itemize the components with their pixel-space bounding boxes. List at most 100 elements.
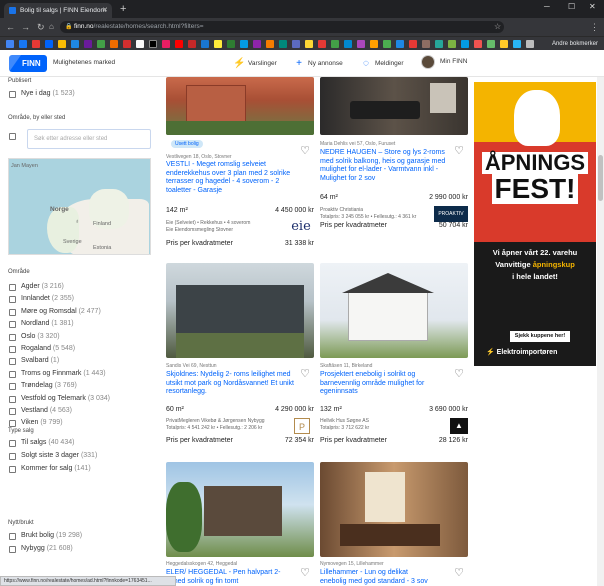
listing-photo[interactable] bbox=[166, 263, 314, 358]
bookmark-icon[interactable] bbox=[344, 40, 352, 48]
nav-varslinger[interactable]: ⚡ Varslinger bbox=[233, 58, 277, 69]
bookmark-icon[interactable] bbox=[123, 40, 131, 48]
bookmark-icon[interactable] bbox=[500, 40, 508, 48]
checkbox[interactable] bbox=[9, 440, 16, 447]
listing-title[interactable]: Prosjektert enebolig i solrikt og barnev… bbox=[320, 371, 448, 397]
filter-option[interactable]: Vestfold og Telemark (3 034) bbox=[21, 395, 110, 402]
favorite-heart-icon[interactable]: ♡ bbox=[300, 566, 310, 579]
filter-option[interactable]: Møre og Romsdal (2 477) bbox=[21, 308, 101, 315]
favorite-heart-icon[interactable]: ♡ bbox=[300, 144, 310, 157]
checkbox[interactable] bbox=[9, 346, 16, 353]
checkbox[interactable] bbox=[9, 465, 16, 473]
bookmark-icon[interactable] bbox=[448, 40, 456, 48]
bookmark-icon[interactable] bbox=[6, 40, 14, 48]
bookmark-icon[interactable] bbox=[240, 40, 248, 48]
maximize-icon[interactable]: ☐ bbox=[568, 2, 575, 11]
bookmark-icon[interactable] bbox=[279, 40, 287, 48]
bookmark-icon[interactable] bbox=[188, 40, 196, 48]
filter-option[interactable]: Agder (3 216) bbox=[21, 283, 64, 290]
listing-title[interactable]: ELER/ HEGGEDAL - Pen halvpart 2- e med so… bbox=[166, 569, 294, 586]
bookmark-icon[interactable] bbox=[175, 40, 183, 48]
bookmark-icon[interactable] bbox=[396, 40, 404, 48]
checkbox[interactable] bbox=[9, 408, 16, 415]
listing-card[interactable]: Maria Dehlis vei 57, Oslo, Furuset ♡ NED… bbox=[320, 77, 468, 255]
favorite-heart-icon[interactable]: ♡ bbox=[454, 367, 464, 380]
bookmark-icon[interactable] bbox=[409, 40, 417, 48]
bookmark-icon[interactable] bbox=[97, 40, 105, 48]
listing-photo[interactable] bbox=[320, 263, 468, 358]
checkbox[interactable] bbox=[9, 333, 16, 341]
bookmark-icon[interactable] bbox=[58, 40, 66, 48]
listing-card[interactable]: Skaftåsen 11, Birkeland ♡ Prosjektert en… bbox=[320, 263, 468, 453]
listing-title[interactable]: NEDRE HAUGEN – Store og lys 2-roms med s… bbox=[320, 149, 448, 183]
filter-option[interactable]: Nybygg (21 608) bbox=[21, 545, 73, 552]
bookmark-icon[interactable] bbox=[71, 40, 79, 48]
browser-tab[interactable]: Bolig til salgs | FINN Eiendom ✕ bbox=[4, 3, 112, 18]
bookmark-icon[interactable] bbox=[357, 40, 365, 48]
checkbox[interactable] bbox=[9, 308, 16, 316]
bookmark-icon[interactable] bbox=[513, 40, 521, 48]
finn-logo[interactable]: FINN bbox=[9, 55, 47, 72]
close-window-icon[interactable]: ✕ bbox=[589, 2, 596, 11]
listing-card[interactable]: Nymovegen 15, Lillehammer ♡ Lillehammer … bbox=[320, 462, 468, 586]
filter-option[interactable]: Nordland (1 381) bbox=[21, 320, 74, 327]
bookmark-icon[interactable] bbox=[136, 40, 144, 48]
bookmark-icon[interactable] bbox=[214, 40, 222, 48]
favorite-heart-icon[interactable]: ♡ bbox=[454, 566, 464, 579]
new-tab-icon[interactable]: + bbox=[120, 3, 126, 15]
search-input[interactable]: Søk etter adresse eller sted bbox=[27, 129, 151, 149]
bookmark-icon[interactable] bbox=[32, 40, 40, 48]
reload-icon[interactable]: ↻ bbox=[37, 21, 45, 33]
nav-meldinger[interactable]: ◌ Meldinger bbox=[360, 58, 404, 69]
listing-title[interactable]: VESTLI - Meget romslig selveiet enderekk… bbox=[166, 161, 294, 195]
scrollbar-thumb[interactable] bbox=[598, 155, 603, 201]
filter-option[interactable]: Rogaland (5 548) bbox=[21, 345, 75, 352]
avatar[interactable] bbox=[421, 55, 435, 69]
listing-card[interactable]: Heggedalsskogen 42, Heggedal ♡ ELER/ HEG… bbox=[166, 462, 314, 586]
checkbox[interactable] bbox=[9, 452, 16, 460]
bookmark-icon[interactable] bbox=[461, 40, 469, 48]
bookmark-icon[interactable] bbox=[318, 40, 326, 48]
checkbox[interactable] bbox=[9, 383, 16, 391]
filter-option[interactable]: Til salgs (40 434) bbox=[21, 439, 74, 446]
star-icon[interactable]: ☆ bbox=[494, 21, 501, 33]
checkbox[interactable] bbox=[9, 284, 16, 291]
ad-cta-button[interactable]: Sjekk kuppene her! bbox=[510, 331, 570, 342]
other-bookmarks[interactable]: Andre bokmerker bbox=[552, 38, 598, 50]
bookmark-icon[interactable] bbox=[253, 40, 261, 48]
bookmark-icon[interactable] bbox=[487, 40, 495, 48]
bookmark-icon[interactable] bbox=[331, 40, 339, 48]
area-map[interactable]: Jan Mayen Norge Finland Sverige Estonia … bbox=[8, 158, 151, 255]
listing-title[interactable]: Lillehammer - Lun og delikat enebolig med… bbox=[320, 569, 448, 586]
filter-option[interactable]: Vestland (4 563) bbox=[21, 407, 72, 414]
checkbox[interactable] bbox=[9, 296, 16, 304]
advertisement-banner[interactable]: ÅPNINGS FEST! Vi åpner vårt 22. varehu V… bbox=[474, 82, 596, 366]
bookmark-icon[interactable] bbox=[292, 40, 300, 48]
bookmark-icon[interactable] bbox=[422, 40, 430, 48]
bookmark-icon[interactable] bbox=[201, 40, 209, 48]
listing-photo[interactable] bbox=[166, 462, 314, 557]
listing-photo[interactable] bbox=[320, 77, 468, 135]
menu-icon[interactable]: ⋮ bbox=[590, 21, 599, 33]
checkbox[interactable] bbox=[9, 420, 16, 428]
filter-option[interactable]: Innlandet (2 355) bbox=[21, 295, 74, 302]
filter-option[interactable]: Svalbard (1) bbox=[21, 357, 59, 364]
scrollbar[interactable] bbox=[597, 77, 604, 586]
bookmark-icon[interactable] bbox=[84, 40, 92, 48]
bookmark-icon[interactable] bbox=[162, 40, 170, 48]
filter-option[interactable]: Viken (9 799) bbox=[21, 419, 63, 426]
back-icon[interactable]: ← bbox=[6, 21, 15, 33]
nav-min-finn[interactable]: Min FINN bbox=[440, 58, 467, 65]
checkbox[interactable] bbox=[9, 358, 16, 366]
listing-card[interactable]: Usett bolig Vestlivegen 18, Oslo, Stovne… bbox=[166, 77, 314, 255]
bookmark-icon[interactable] bbox=[110, 40, 118, 48]
bookmark-icon[interactable] bbox=[266, 40, 274, 48]
nav-ny-annonse[interactable]: + Ny annonse bbox=[293, 58, 343, 69]
checkbox[interactable] bbox=[9, 395, 16, 403]
filter-option[interactable]: Kommer for salg (141) bbox=[21, 465, 91, 472]
filter-option[interactable]: Brukt bolig (19 298) bbox=[21, 532, 82, 539]
checkbox[interactable] bbox=[9, 370, 16, 378]
bookmark-icon[interactable] bbox=[383, 40, 391, 48]
filter-option[interactable]: Trøndelag (3 769) bbox=[21, 382, 77, 389]
listing-photo[interactable] bbox=[166, 77, 314, 135]
